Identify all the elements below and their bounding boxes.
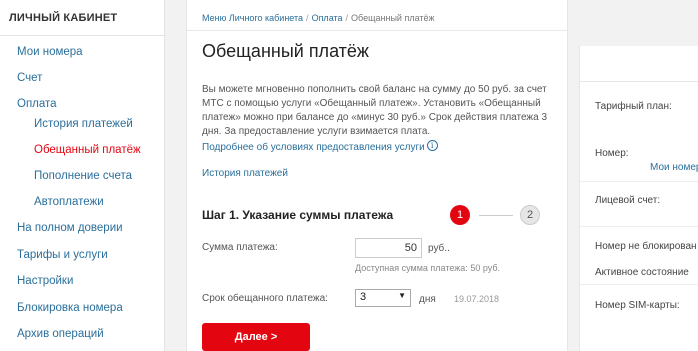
account-info-panel: Тарифный план: Номер: Мои номера Лицевой… bbox=[579, 46, 698, 351]
divider bbox=[580, 226, 698, 227]
term-select-value: 3 bbox=[360, 291, 367, 303]
sidebar-item-payment[interactable]: Оплата bbox=[17, 98, 57, 110]
sidebar-item-account[interactable]: Счет bbox=[17, 72, 42, 84]
sidebar-item-block-number[interactable]: Блокировка номера bbox=[17, 302, 123, 314]
amount-label: Сумма платежа: bbox=[202, 242, 278, 253]
breadcrumb-current: Обещанный платёж bbox=[351, 13, 435, 23]
sidebar-item-archive[interactable]: Архив операций bbox=[17, 328, 104, 340]
breadcrumb-payment[interactable]: Оплата bbox=[312, 13, 343, 23]
page-title: Обещанный платёж bbox=[202, 41, 369, 61]
sidebar-title: ЛИЧНЫЙ КАБИНЕТ bbox=[0, 0, 164, 36]
sidebar-item-full-trust[interactable]: На полном доверии bbox=[17, 222, 123, 234]
divider bbox=[580, 284, 698, 285]
more-conditions-link[interactable]: Подробнее об условиях предоставления усл… bbox=[202, 140, 438, 153]
payment-history-link[interactable]: История платежей bbox=[202, 168, 288, 179]
sidebar-item-tariffs[interactable]: Тарифы и услуги bbox=[17, 249, 108, 261]
status-state: Активное состояние bbox=[595, 267, 689, 278]
sidebar-item-my-numbers[interactable]: Мои номера bbox=[17, 46, 83, 58]
chevron-down-icon: ▼ bbox=[398, 291, 406, 300]
info-icon[interactable]: i bbox=[426, 140, 438, 151]
sim-label: Номер SIM-карты: bbox=[595, 300, 680, 311]
amount-unit: руб.. bbox=[428, 243, 450, 254]
sidebar: ЛИЧНЫЙ КАБИНЕТ Мои номера Счет Оплата Ис… bbox=[0, 0, 165, 351]
term-label: Срок обещанного платежа: bbox=[202, 293, 328, 304]
main-content: Меню Личного кабинета / Оплата / Обещанный п… bbox=[186, 0, 568, 351]
breadcrumb: Меню Личного кабинета / Оплата / Обещанный п… bbox=[202, 13, 435, 23]
divider bbox=[187, 30, 567, 31]
breadcrumb-menu[interactable]: Меню Личного кабинета bbox=[202, 13, 303, 23]
divider bbox=[580, 81, 698, 82]
number-label: Номер: bbox=[595, 148, 629, 159]
more-conditions-label: Подробнее об условиях предоставления усл… bbox=[202, 142, 425, 153]
step-indicator-2: 2 bbox=[520, 205, 540, 225]
step-indicator-1: 1 bbox=[450, 205, 470, 225]
next-button[interactable]: Далее > bbox=[202, 323, 310, 351]
sidebar-item-top-up[interactable]: Пополнение счета bbox=[34, 170, 132, 182]
breadcrumb-separator: / bbox=[345, 13, 349, 23]
status-label: Номер не блокирован bbox=[595, 241, 697, 252]
term-date: 19.07.2018 bbox=[454, 294, 500, 304]
step-title: Шаг 1. Указание суммы платежа bbox=[202, 208, 394, 222]
term-unit: дня bbox=[419, 294, 436, 305]
sidebar-item-autopayments[interactable]: Автоплатежи bbox=[34, 196, 104, 208]
term-select[interactable]: 3 ▼ bbox=[355, 289, 411, 307]
sidebar-item-payment-history[interactable]: История платежей bbox=[34, 118, 133, 130]
service-description: Вы можете мгновенно пополнить свой балан… bbox=[202, 84, 548, 137]
sidebar-item-settings[interactable]: Настройки bbox=[17, 275, 73, 287]
divider bbox=[580, 181, 698, 182]
account-label: Лицевой счет: bbox=[595, 195, 661, 206]
my-numbers-link[interactable]: Мои номера bbox=[650, 162, 698, 173]
amount-hint: Доступная сумма платежа: 50 руб. bbox=[355, 263, 500, 273]
tariff-label: Тарифный план: bbox=[595, 101, 672, 112]
breadcrumb-separator: / bbox=[306, 13, 309, 23]
sidebar-item-promised-payment[interactable]: Обещанный платёж bbox=[34, 144, 141, 156]
step-connector bbox=[479, 215, 513, 216]
amount-input[interactable] bbox=[355, 238, 422, 258]
